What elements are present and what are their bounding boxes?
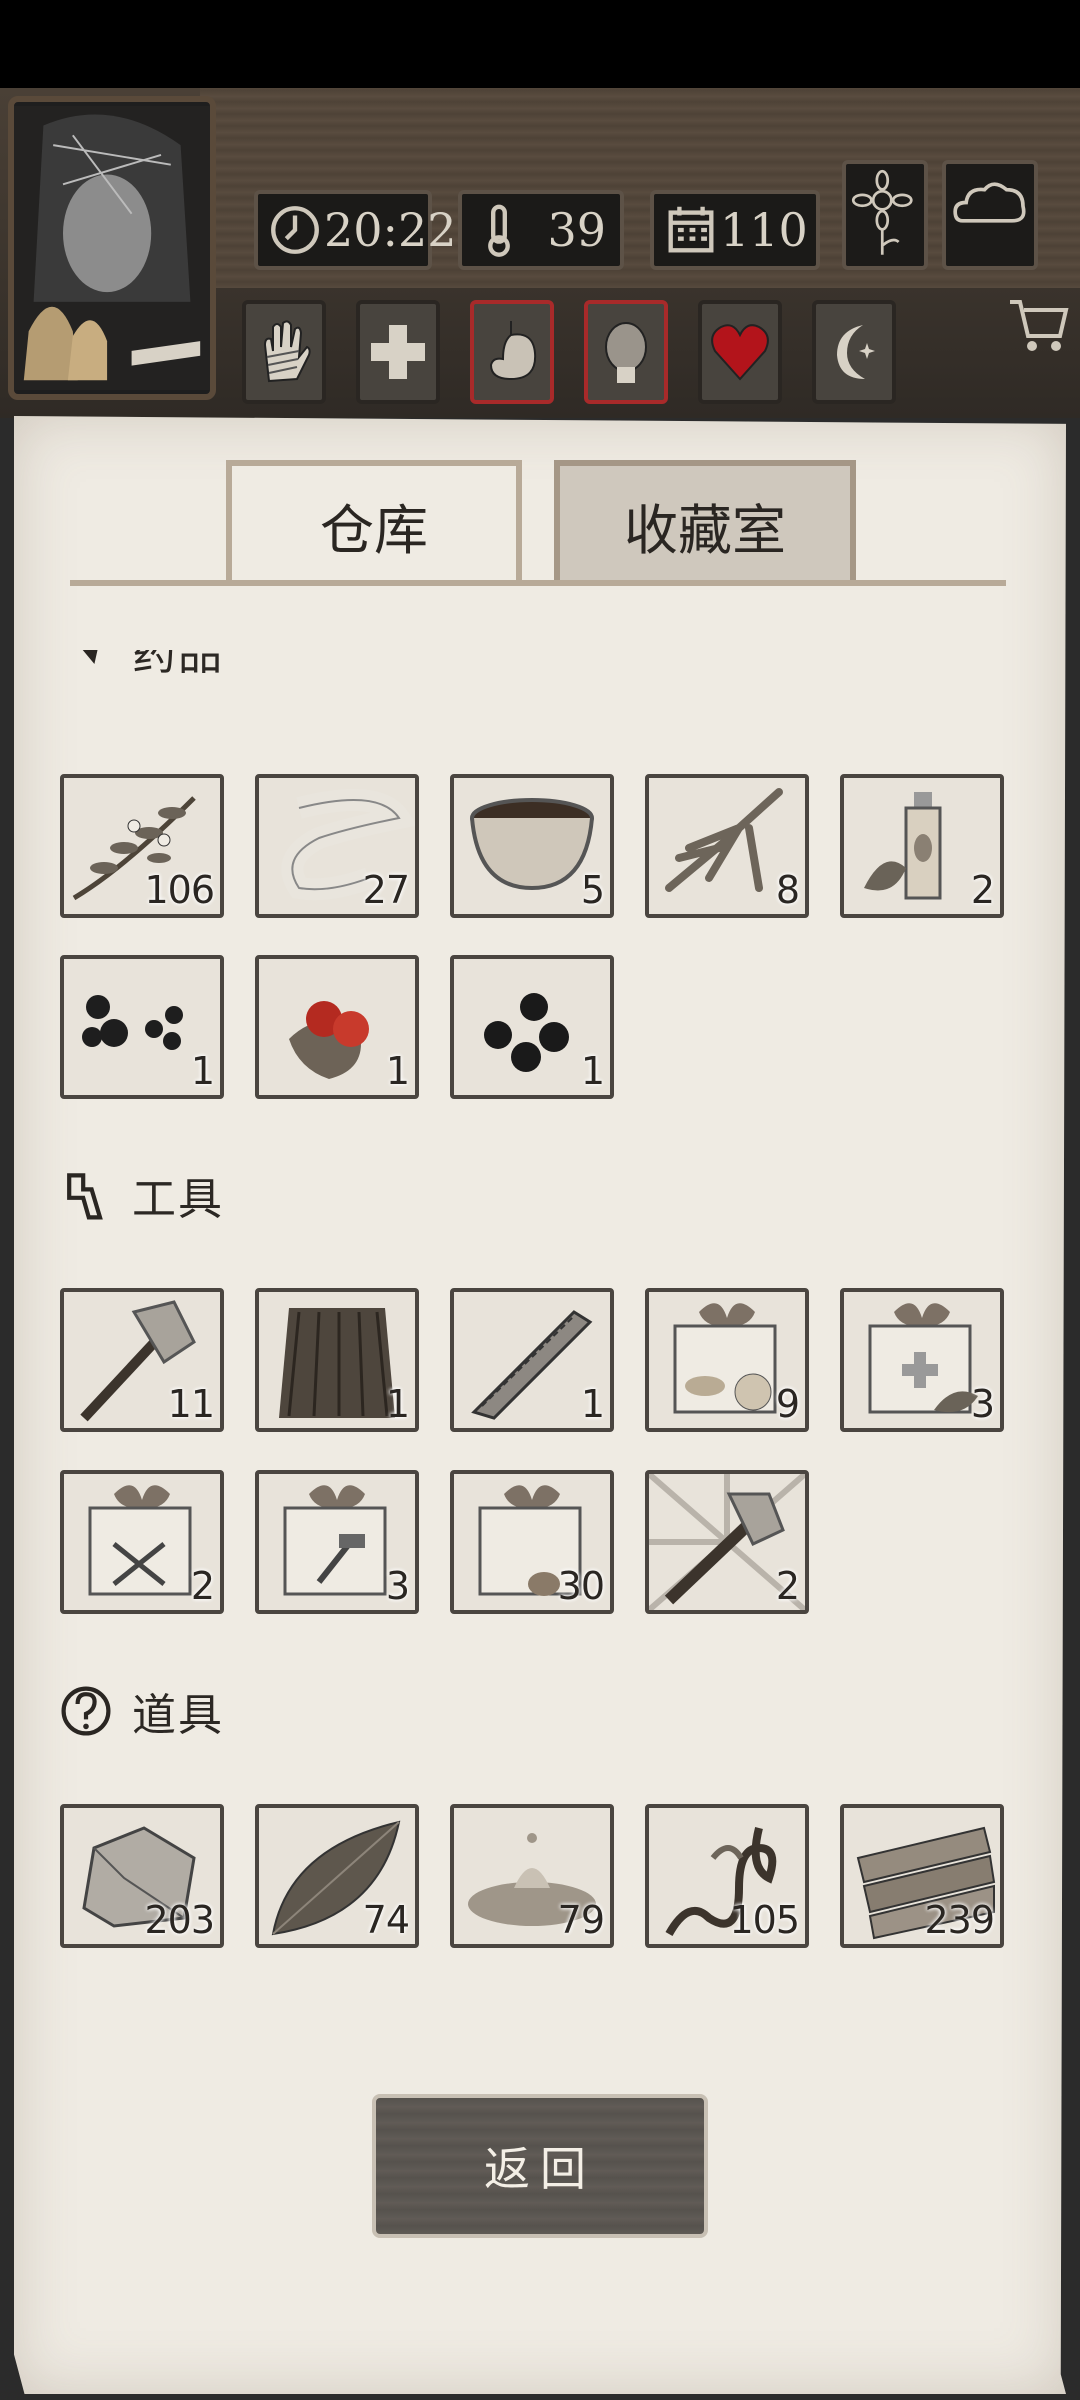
day-display: 110 [650, 190, 820, 270]
item-slot[interactable]: 8 [645, 774, 809, 918]
sunflower-button[interactable] [842, 160, 928, 270]
item-slot[interactable]: 239 [840, 1804, 1004, 1948]
tab-collection[interactable]: 收藏室 [554, 460, 856, 584]
weather-button[interactable] [942, 160, 1038, 270]
item-slot[interactable]: 5 [450, 774, 614, 918]
temperature-value: 39 [547, 203, 606, 257]
item-quantity: 2 [775, 1564, 800, 1608]
moon-icon [837, 325, 875, 379]
item-quantity: 11 [167, 1382, 215, 1426]
stat-mind[interactable] [584, 300, 668, 404]
health-cross-icon [371, 325, 425, 379]
question-icon [61, 1686, 111, 1736]
item-slot[interactable]: 1 [450, 955, 614, 1099]
item-slot[interactable]: 1 [255, 1288, 419, 1432]
stat-health[interactable] [356, 300, 440, 404]
item-quantity: 105 [729, 1898, 800, 1942]
section-tools-header: 工具 [58, 1160, 224, 1230]
bandaged-hand-icon [263, 320, 311, 383]
item-quantity: 2 [190, 1564, 215, 1608]
item-quantity: 27 [362, 868, 410, 912]
pill-icon [82, 650, 98, 664]
item-quantity: 2 [970, 868, 995, 912]
thermometer-icon [488, 204, 510, 257]
item-slot[interactable]: 1 [450, 1288, 614, 1432]
item-quantity: 1 [385, 1382, 410, 1426]
item-quantity: 3 [970, 1382, 995, 1426]
item-slot[interactable]: 105 [645, 1804, 809, 1948]
clock-icon [271, 206, 319, 254]
time-value: 20:22 [324, 203, 457, 257]
item-quantity: 1 [580, 1049, 605, 1093]
item-slot[interactable]: 3 [255, 1470, 419, 1614]
item-slot[interactable]: 79 [450, 1804, 614, 1948]
tab-warehouse[interactable]: 仓库 [226, 460, 522, 584]
stat-hunger[interactable] [470, 300, 554, 404]
section-props-header: 道具 [58, 1676, 224, 1746]
item-quantity: 79 [557, 1898, 605, 1942]
back-button[interactable]: 返回 [372, 2094, 708, 2238]
item-slot[interactable]: 74 [255, 1804, 419, 1948]
day-value: 110 [720, 203, 808, 257]
cloud-icon [953, 182, 1026, 223]
back-button-label: 返回 [484, 2142, 596, 2196]
tab-collection-label: 收藏室 [624, 498, 786, 562]
item-quantity: 5 [580, 868, 605, 912]
item-slot[interactable]: 2 [60, 1470, 224, 1614]
item-quantity: 3 [385, 1564, 410, 1608]
section-medicine-header: 药品 [58, 650, 224, 710]
item-quantity: 9 [775, 1382, 800, 1426]
item-slot[interactable]: 2 [840, 774, 1004, 918]
item-slot[interactable]: 106 [60, 774, 224, 918]
stomach-icon [489, 321, 537, 381]
item-slot[interactable]: 1 [60, 955, 224, 1099]
item-quantity: 30 [557, 1564, 605, 1608]
wrench-icon [67, 1173, 103, 1220]
item-quantity: 203 [144, 1898, 215, 1942]
item-slot[interactable]: 3 [840, 1288, 1004, 1432]
item-slot[interactable]: 203 [60, 1804, 224, 1948]
sunflower-icon [851, 169, 913, 255]
item-quantity: 8 [775, 868, 800, 912]
item-slot[interactable]: 27 [255, 774, 419, 918]
tab-warehouse-label: 仓库 [320, 498, 428, 562]
stat-bandage[interactable] [242, 300, 326, 404]
temperature-display: 39 [458, 190, 624, 270]
calendar-icon [668, 206, 714, 253]
item-slot[interactable]: 1 [255, 955, 419, 1099]
item-slot[interactable]: 30 [450, 1470, 614, 1614]
item-quantity: 1 [580, 1382, 605, 1426]
item-slot[interactable]: 2 [645, 1470, 809, 1614]
heart-icon [711, 324, 769, 381]
stat-heart[interactable] [698, 300, 782, 404]
section-medicine-label: 药品 [132, 650, 224, 680]
head-icon [605, 322, 647, 383]
item-slot[interactable]: 9 [645, 1288, 809, 1432]
stat-sleep[interactable] [812, 300, 896, 404]
shopping-cart-icon[interactable] [1006, 292, 1072, 358]
time-display: 20:22 [254, 190, 457, 270]
character-portrait[interactable] [8, 96, 216, 400]
item-quantity: 106 [144, 868, 215, 912]
section-props-label: 道具 [132, 1690, 224, 1741]
item-quantity: 239 [924, 1898, 995, 1942]
section-tools-label: 工具 [132, 1174, 224, 1225]
tab-divider [70, 580, 1006, 586]
item-quantity: 1 [385, 1049, 410, 1093]
item-quantity: 74 [362, 1898, 410, 1942]
item-slot[interactable]: 11 [60, 1288, 224, 1432]
status-bar [0, 0, 1080, 88]
hooded-woman-portrait-icon [14, 105, 210, 391]
item-quantity: 1 [190, 1049, 215, 1093]
